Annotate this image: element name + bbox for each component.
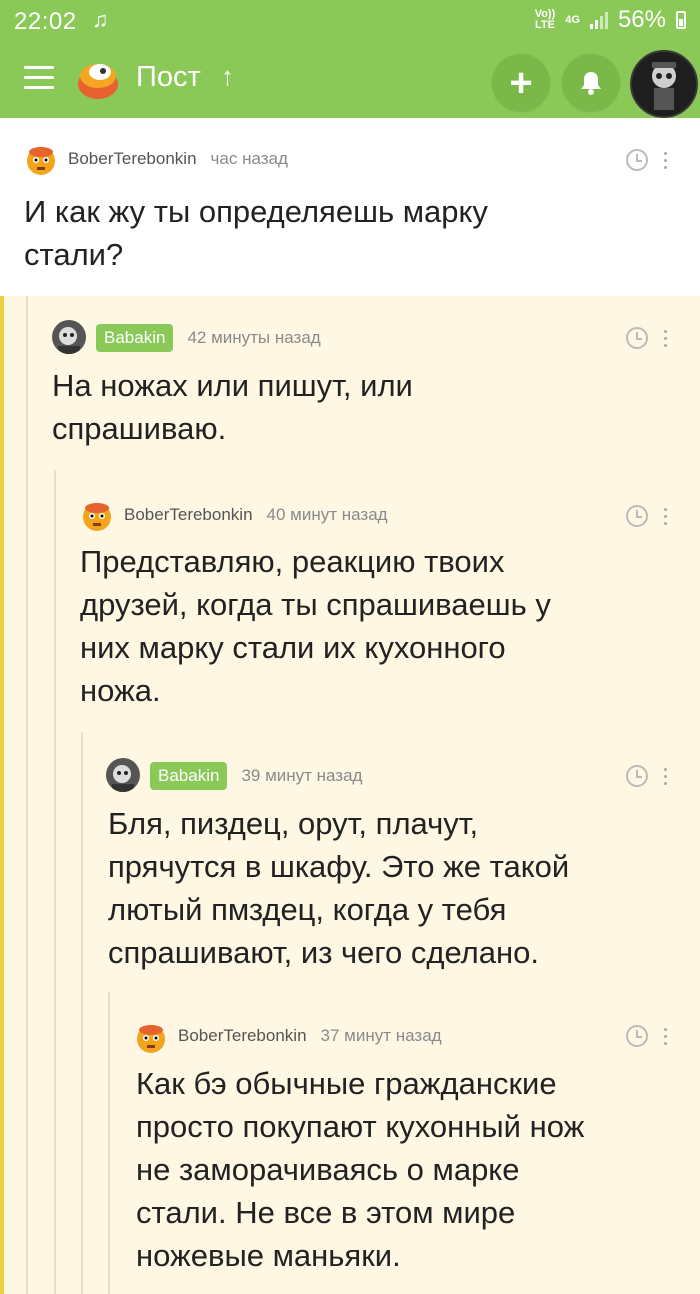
battery-icon: [676, 11, 686, 29]
status-bar: 22:02 ♫ Vo)) LTE 4G 56%: [0, 0, 700, 40]
comment-author[interactable]: BoberTerebonkin: [124, 505, 253, 525]
comment-reply-4: BoberTerebonkin 37 минут назад Как бэ об…: [0, 992, 700, 1294]
menu-icon[interactable]: [24, 66, 54, 90]
more-options-icon[interactable]: [662, 152, 668, 173]
comment-text: На ножах или пишут, или спрашиваю.: [52, 368, 413, 446]
clock-icon[interactable]: [626, 327, 648, 349]
clock-icon[interactable]: [626, 505, 648, 527]
clock-icon[interactable]: [626, 1025, 648, 1047]
more-options-icon[interactable]: [662, 1028, 668, 1049]
bober-avatar[interactable]: [80, 498, 114, 532]
comment-time: час назад: [210, 149, 288, 168]
comment-time: 37 минут назад: [320, 1026, 442, 1045]
comment-text: Бля, пиздец, орут, плачут, прячутся в шк…: [108, 806, 570, 970]
page-title: Пост: [136, 61, 201, 93]
comment-author-badge[interactable]: Babakin: [96, 324, 174, 352]
scroll-up-icon[interactable]: ↑: [221, 61, 234, 92]
comment-author[interactable]: BoberTerebonkin: [178, 1026, 307, 1046]
more-options-icon[interactable]: [662, 330, 668, 351]
notifications-button[interactable]: [562, 54, 620, 112]
babakin-avatar[interactable]: [52, 320, 86, 354]
status-indicators: Vo)) LTE 4G 56%: [535, 6, 686, 34]
status-time: 22:02: [14, 8, 77, 35]
comment-author[interactable]: BoberTerebonkin: [68, 149, 197, 169]
comment-meta: BoberTerebonkin час назад: [68, 149, 288, 169]
more-options-icon[interactable]: [662, 768, 668, 789]
comment-reply-2: BoberTerebonkin 40 минут назад Представл…: [0, 470, 700, 732]
bober-avatar[interactable]: [134, 1020, 168, 1054]
volte-indicator: Vo)) LTE: [534, 8, 556, 31]
clock-icon[interactable]: [626, 149, 648, 171]
more-options-icon[interactable]: [662, 508, 668, 529]
network-type-indicator: 4G: [565, 13, 580, 26]
signal-icon: [589, 11, 608, 29]
bell-icon: [581, 72, 601, 95]
comment-text: Как бэ обычные гражданские просто покупа…: [136, 1066, 585, 1273]
user-avatar[interactable]: [630, 50, 698, 118]
comment-time: 42 минуты назад: [187, 328, 321, 347]
comment-text: И как жу ты определяешь марку стали?: [24, 194, 488, 272]
pikabu-logo-icon[interactable]: [74, 54, 122, 102]
comment-meta: BoberTerebonkin 40 минут назад: [124, 505, 388, 525]
comment-root: BoberTerebonkin час назад И как жу ты оп…: [0, 118, 700, 296]
comment-author-badge[interactable]: Babakin: [150, 762, 228, 790]
comment-meta: BoberTerebonkin 37 минут назад: [178, 1026, 442, 1046]
comment-reply-1: Babakin 42 минуты назад На ножах или пиш…: [0, 296, 700, 470]
comment-reply-3: Babakin 39 минут назад Бля, пиздец, орут…: [0, 732, 700, 992]
comment-time: 39 минут назад: [241, 766, 363, 785]
comment-meta: Babakin 42 минуты назад: [96, 324, 321, 352]
battery-percent: 56%: [617, 6, 666, 33]
babakin-avatar[interactable]: [106, 758, 140, 792]
clock-icon[interactable]: [626, 765, 648, 787]
comment-time: 40 минут назад: [266, 505, 388, 524]
app-bar: Пост ↑ +: [0, 40, 700, 118]
comment-meta: Babakin 39 минут назад: [150, 762, 362, 790]
music-note-icon: ♫: [92, 7, 109, 32]
add-post-button[interactable]: +: [492, 54, 550, 112]
bober-avatar[interactable]: [24, 142, 58, 176]
comment-text: Представляю, реакцию твоих друзей, когда…: [80, 544, 551, 708]
